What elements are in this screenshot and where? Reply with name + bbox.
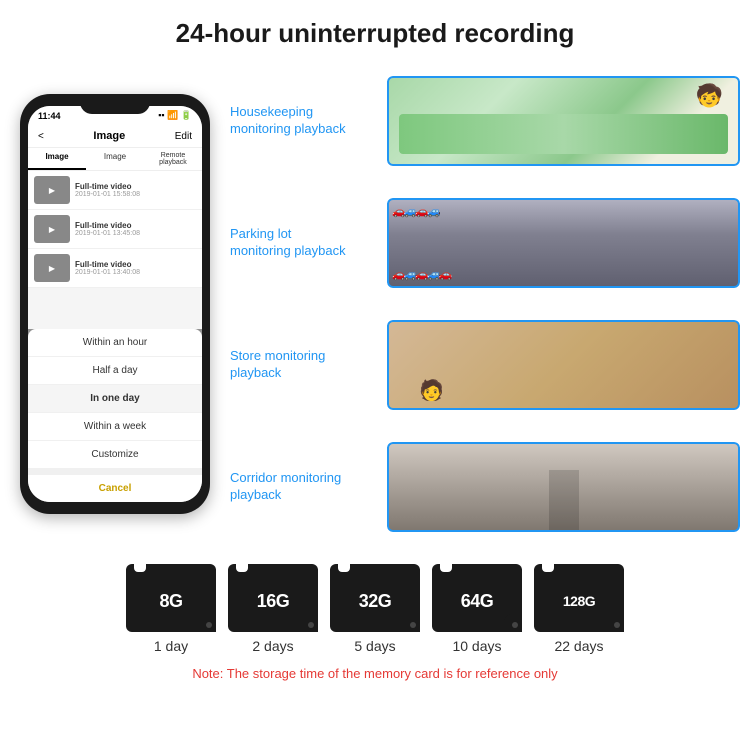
parking-img-inner (387, 198, 740, 288)
housekeeping-text: Housekeepingmonitoring playback (230, 104, 375, 138)
video-thumb-3 (34, 254, 70, 282)
sd-dot-16g (308, 622, 314, 628)
video-title-2: Full-time video (75, 221, 196, 230)
phone-body: 11:44 ▪▪ 📶 🔋 < Image Edit Image Image Re… (20, 94, 210, 514)
corridor-img-inner (387, 442, 740, 532)
storage-card-64g: 64G 10 days (432, 564, 522, 654)
sd-card-128g: 128G (534, 564, 624, 632)
sd-notch-8g (134, 564, 146, 572)
phone-time: 11:44 (38, 111, 61, 121)
phone-mockup: 11:44 ▪▪ 📶 🔋 < Image Edit Image Image Re… (10, 59, 220, 549)
video-thumb-1 (34, 176, 70, 204)
corridor-image (387, 442, 740, 532)
phone-list-item-2: Full-time video 2019-01-01 13:45:08 (28, 210, 202, 249)
parking-label: Parking lotmonitoring playback (230, 226, 375, 260)
phone-nav-title: Image (93, 130, 125, 142)
phone-list-text-3: Full-time video 2019-01-01 13:40:08 (75, 260, 196, 276)
sd-notch-128g (542, 564, 554, 572)
parking-text: Parking lotmonitoring playback (230, 226, 375, 260)
storage-cards-row: 8G 1 day 16G 2 days 32G 5 days (126, 564, 624, 654)
housekeeping-arrow (738, 113, 740, 129)
sd-card-32g: 32G (330, 564, 420, 632)
dropdown-item-halfday[interactable]: Half a day (28, 357, 202, 385)
phone-tab-remote[interactable]: Remote playback (144, 148, 202, 170)
sd-label-128g: 128G (563, 593, 595, 609)
sd-notch-16g (236, 564, 248, 572)
sd-notch-32g (338, 564, 350, 572)
storage-card-32g: 32G 5 days (330, 564, 420, 654)
sd-card-8g: 8G (126, 564, 216, 632)
phone-tabs: Image Image Remote playback (28, 148, 202, 171)
phone-tab-image2[interactable]: Image (86, 148, 144, 170)
dropdown-item-customize[interactable]: Customize (28, 441, 202, 469)
corridor-text: Corridor monitoringplayback (230, 470, 375, 504)
store-arrow (738, 357, 740, 373)
sd-dot-64g (512, 622, 518, 628)
phone-dropdown-menu: Within an hour Half a day In one day Wit… (28, 329, 202, 502)
store-label: Store monitoringplayback (230, 348, 375, 382)
storage-days-32g: 5 days (354, 638, 395, 654)
corridor-label: Corridor monitoringplayback (230, 470, 375, 504)
phone-edit-button[interactable]: Edit (175, 131, 192, 142)
sd-notch-64g (440, 564, 452, 572)
sd-dot-128g (614, 622, 620, 628)
sd-card-64g: 64G (432, 564, 522, 632)
monitoring-row-housekeeping: Housekeepingmonitoring playback (230, 64, 740, 178)
parking-image (387, 198, 740, 288)
storage-section: 8G 1 day 16G 2 days 32G 5 days (0, 549, 750, 686)
video-sub-3: 2019-01-01 13:40:08 (75, 269, 196, 276)
sd-dot-8g (206, 622, 212, 628)
storage-card-128g: 128G 22 days (534, 564, 624, 654)
video-title-3: Full-time video (75, 260, 196, 269)
phone-list-text-2: Full-time video 2019-01-01 13:45:08 (75, 221, 196, 237)
video-thumb-2 (34, 215, 70, 243)
phone-list-item-1: Full-time video 2019-01-01 15:58:08 (28, 171, 202, 210)
housekeeping-image (387, 76, 740, 166)
dropdown-item-week[interactable]: Within a week (28, 413, 202, 441)
monitoring-row-store: Store monitoringplayback (230, 308, 740, 422)
sd-label-8g: 8G (159, 591, 182, 612)
storage-days-128g: 22 days (554, 638, 603, 654)
storage-days-8g: 1 day (154, 638, 188, 654)
storage-note: Note: The storage time of the memory car… (192, 666, 557, 681)
monitoring-section: Housekeepingmonitoring playback Parking … (230, 59, 740, 549)
housekeeping-img-inner (387, 76, 740, 166)
housekeeping-label: Housekeepingmonitoring playback (230, 104, 375, 138)
dropdown-item-oneday[interactable]: In one day (28, 385, 202, 413)
sd-dot-32g (410, 622, 416, 628)
phone-screen: 11:44 ▪▪ 📶 🔋 < Image Edit Image Image Re… (28, 106, 202, 502)
phone-list-text-1: Full-time video 2019-01-01 15:58:08 (75, 182, 196, 198)
phone-back-button[interactable]: < (38, 131, 44, 142)
store-img-inner (387, 320, 740, 410)
phone-tab-image[interactable]: Image (28, 148, 86, 170)
phone-notch (80, 94, 150, 114)
video-sub-2: 2019-01-01 13:45:08 (75, 230, 196, 237)
monitoring-row-parking: Parking lotmonitoring playback (230, 186, 740, 300)
phone-icons: ▪▪ 📶 🔋 (158, 110, 192, 121)
storage-days-64g: 10 days (452, 638, 501, 654)
phone-list-item-3: Full-time video 2019-01-01 13:40:08 (28, 249, 202, 288)
sd-label-16g: 16G (257, 591, 290, 612)
page-title: 24-hour uninterrupted recording (20, 18, 730, 49)
store-text: Store monitoringplayback (230, 348, 375, 382)
sd-label-64g: 64G (461, 591, 494, 612)
parking-arrow (738, 235, 740, 251)
phone-nav-bar: < Image Edit (28, 125, 202, 148)
store-image (387, 320, 740, 410)
phone-dropdown: Within an hour Half a day In one day Wit… (28, 329, 202, 502)
main-content: 11:44 ▪▪ 📶 🔋 < Image Edit Image Image Re… (0, 59, 750, 549)
storage-card-8g: 8G 1 day (126, 564, 216, 654)
page-header: 24-hour uninterrupted recording (0, 0, 750, 59)
sd-card-16g: 16G (228, 564, 318, 632)
storage-card-16g: 16G 2 days (228, 564, 318, 654)
video-sub-1: 2019-01-01 15:58:08 (75, 191, 196, 198)
sd-label-32g: 32G (359, 591, 392, 612)
video-title-1: Full-time video (75, 182, 196, 191)
storage-days-16g: 2 days (252, 638, 293, 654)
dropdown-cancel-button[interactable]: Cancel (28, 469, 202, 502)
dropdown-item-hour[interactable]: Within an hour (28, 329, 202, 357)
monitoring-row-corridor: Corridor monitoringplayback (230, 430, 740, 544)
corridor-arrow (738, 479, 740, 495)
